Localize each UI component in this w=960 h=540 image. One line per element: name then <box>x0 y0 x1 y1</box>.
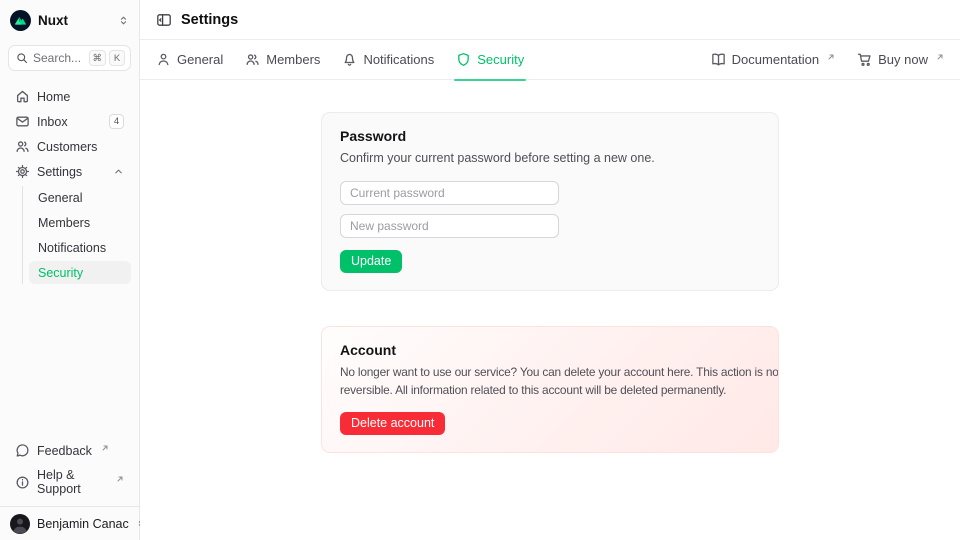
settings-tab-bar: General Members Notifications <box>140 40 960 80</box>
settings-security-content: Password Confirm your current password b… <box>140 80 960 540</box>
main-area: Settings General Members <box>140 0 960 540</box>
help-support-link[interactable]: Help & Support <box>8 464 131 500</box>
kbd-k: K <box>109 50 125 66</box>
sidebar-nav: Home Inbox 4 Customers <box>0 79 139 290</box>
workspace-selector[interactable]: Nuxt <box>0 0 139 40</box>
customers-icon <box>15 139 30 154</box>
home-icon <box>15 89 30 104</box>
external-link-icon <box>101 444 109 452</box>
sidebar-item-inbox[interactable]: Inbox 4 <box>8 110 131 133</box>
search-shortcut: ⌘ K <box>89 50 126 66</box>
inbox-icon <box>15 114 30 129</box>
user-menu[interactable]: Benjamin Canac <box>0 506 139 540</box>
search-input[interactable]: Search... ⌘ K <box>8 45 131 71</box>
tab-general[interactable]: General <box>156 40 223 80</box>
new-password-input[interactable] <box>340 214 559 238</box>
inbox-count-badge: 4 <box>109 114 124 129</box>
feedback-link[interactable]: Feedback <box>8 439 131 462</box>
buy-now-link[interactable]: Buy now <box>857 52 944 67</box>
users-icon <box>245 52 260 67</box>
action-label: Buy now <box>878 52 928 67</box>
gear-icon <box>15 164 30 179</box>
book-open-icon <box>711 52 726 67</box>
chevron-up-down-icon <box>118 15 129 26</box>
bell-icon <box>342 52 357 67</box>
sidebar-item-general[interactable]: General <box>29 186 131 209</box>
nuxt-logo-icon <box>10 10 31 31</box>
search-icon <box>16 52 28 64</box>
password-card-title: Password <box>340 128 760 144</box>
search-placeholder: Search... <box>33 51 84 65</box>
account-card-description: No longer want to use our service? You c… <box>340 363 760 400</box>
avatar <box>10 514 30 534</box>
page-title: Settings <box>181 12 238 28</box>
kbd-meta: ⌘ <box>89 50 107 66</box>
tab-members[interactable]: Members <box>245 40 320 80</box>
sidebar-item-security[interactable]: Security <box>29 261 131 284</box>
sidebar-item-label: Customers <box>37 140 97 154</box>
sidebar-footer: Feedback Help & Support <box>0 433 139 506</box>
tab-label: General <box>177 52 223 67</box>
tab-security[interactable]: Security <box>456 40 524 80</box>
account-card: Account No longer want to use our servic… <box>321 326 779 453</box>
update-password-button[interactable]: Update <box>340 250 402 273</box>
tab-notifications[interactable]: Notifications <box>342 40 434 80</box>
sidebar-item-notifications[interactable]: Notifications <box>29 236 131 259</box>
account-description-line: No longer want to use our service? You c… <box>340 363 760 381</box>
tab-label: Security <box>477 52 524 67</box>
footer-item-label: Feedback <box>37 444 92 458</box>
sidebar-item-label: Inbox <box>37 115 68 129</box>
sidebar-collapse-icon[interactable] <box>156 12 172 28</box>
tab-label: Members <box>266 52 320 67</box>
action-label: Documentation <box>732 52 819 67</box>
shopping-cart-icon <box>857 52 872 67</box>
info-circle-icon <box>15 475 30 490</box>
tab-label: Notifications <box>363 52 434 67</box>
user-icon <box>156 52 171 67</box>
external-link-icon <box>827 53 835 61</box>
footer-item-label: Help & Support <box>37 468 107 496</box>
account-description-line: reversible. All information related to t… <box>340 381 760 399</box>
user-name: Benjamin Canac <box>37 517 129 531</box>
workspace-name: Nuxt <box>38 13 68 28</box>
sidebar-item-customers[interactable]: Customers <box>8 135 131 158</box>
settings-subnav: General Members Notifications Security <box>22 186 131 284</box>
chevron-up-icon <box>113 166 124 177</box>
external-link-icon <box>936 53 944 61</box>
current-password-input[interactable] <box>340 181 559 205</box>
password-form: Update <box>340 181 760 273</box>
page-header: Settings <box>140 0 960 40</box>
shield-icon <box>456 52 471 67</box>
password-card: Password Confirm your current password b… <box>321 112 779 291</box>
sidebar-item-label: Home <box>37 90 70 104</box>
sidebar-item-settings[interactable]: Settings <box>8 160 131 183</box>
delete-account-button[interactable]: Delete account <box>340 412 445 435</box>
external-link-icon <box>116 475 124 483</box>
sidebar: Nuxt Search... ⌘ K Home <box>0 0 140 540</box>
password-card-description: Confirm your current password before set… <box>340 149 760 168</box>
documentation-link[interactable]: Documentation <box>711 52 835 67</box>
sidebar-item-members[interactable]: Members <box>29 211 131 234</box>
account-card-title: Account <box>340 342 760 358</box>
sidebar-item-label: Settings <box>37 165 82 179</box>
sidebar-item-home[interactable]: Home <box>8 85 131 108</box>
message-bubble-icon <box>15 443 30 458</box>
